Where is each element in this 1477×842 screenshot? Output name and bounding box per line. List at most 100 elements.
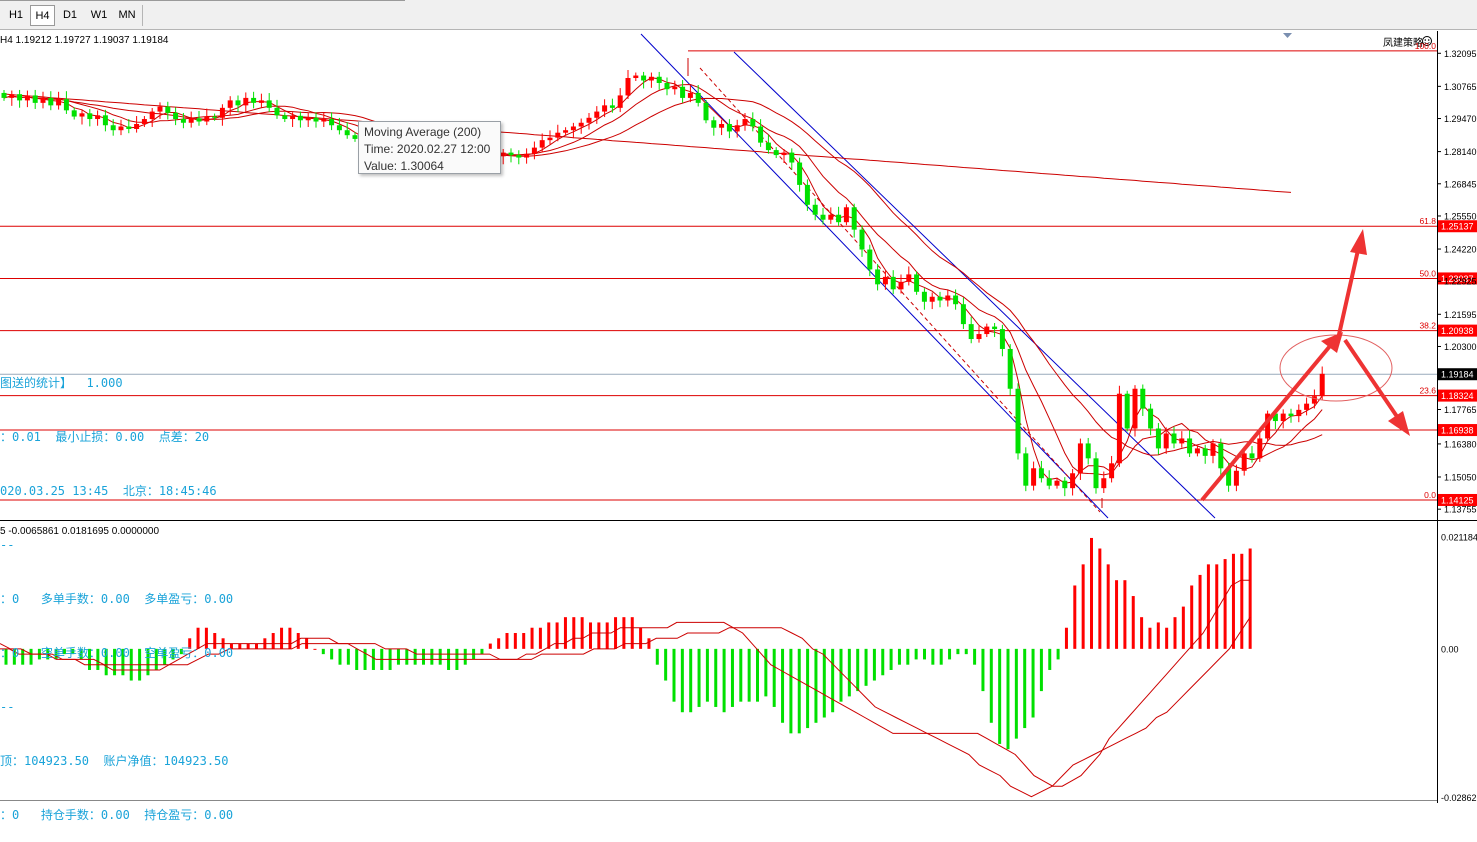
macd-bar xyxy=(1064,627,1068,649)
macd-bar xyxy=(664,648,668,681)
macd-bar xyxy=(555,622,559,649)
candle xyxy=(960,297,966,329)
candle xyxy=(344,122,350,139)
candle xyxy=(609,98,615,113)
macd-bar xyxy=(981,648,985,692)
candle xyxy=(945,290,951,307)
macd-bar xyxy=(1190,585,1194,649)
candle xyxy=(773,147,779,159)
candle xyxy=(329,112,335,131)
macd-bar xyxy=(789,648,793,734)
candle xyxy=(9,90,15,106)
macd-bar xyxy=(1023,648,1027,729)
macd-bar xyxy=(655,648,659,665)
macd-bar xyxy=(847,648,851,697)
macd-bar xyxy=(939,648,943,665)
candle xyxy=(196,110,202,126)
ohlc-header: H4 1.19212 1.19727 1.19037 1.19184 xyxy=(0,35,169,46)
candle xyxy=(95,110,101,126)
macd-bar xyxy=(396,648,400,665)
candle xyxy=(1155,423,1161,455)
timeframe-d1-button[interactable]: D1 xyxy=(58,5,82,26)
macd-bar xyxy=(897,648,901,665)
candle xyxy=(859,225,865,257)
shift-marker-icon[interactable] xyxy=(1283,33,1292,38)
macd-bar xyxy=(872,648,876,681)
macd-bar xyxy=(806,648,810,729)
macd-bar xyxy=(680,648,684,713)
stats-line: ：0 空单手数：0.00 空单盈亏：0.00 xyxy=(0,646,234,660)
candle xyxy=(968,316,974,344)
macd-bar xyxy=(1181,606,1185,649)
arrow-up-shaft xyxy=(1200,344,1332,502)
price-tick-label: 1.20300 xyxy=(1444,342,1477,352)
candle xyxy=(1085,437,1091,465)
macd-bar xyxy=(839,648,843,702)
channel-line-lower-right xyxy=(733,51,1216,519)
candle xyxy=(617,88,623,113)
macd-bar xyxy=(931,648,935,665)
macd-bar xyxy=(246,643,250,649)
macd-bar xyxy=(1231,553,1235,649)
macd-bar xyxy=(881,648,885,676)
macd-bar xyxy=(705,648,709,702)
candle xyxy=(17,89,23,108)
candle xyxy=(1015,383,1021,460)
candle xyxy=(266,93,272,113)
macd-bar xyxy=(438,648,442,665)
candle xyxy=(516,150,522,165)
candle xyxy=(71,107,77,120)
candle xyxy=(836,206,842,226)
macd-bar xyxy=(814,648,818,723)
candle xyxy=(648,72,654,88)
price-tick-label: 1.25550 xyxy=(1444,211,1477,221)
candle xyxy=(87,109,93,127)
stats-line: ：0.01 最小止损：0.00 点差：20 xyxy=(0,430,210,444)
candle xyxy=(867,244,873,277)
ma-tooltip: Moving Average (200) Time: 2020.02.27 12… xyxy=(358,121,501,174)
macd-bar xyxy=(672,648,676,702)
macd-bar xyxy=(1106,564,1110,649)
candle xyxy=(765,134,771,154)
macd-bar xyxy=(764,648,768,697)
macd-bar xyxy=(923,648,926,660)
candle xyxy=(999,324,1005,357)
candle xyxy=(1038,460,1044,483)
candle xyxy=(547,130,553,145)
macd-bar xyxy=(1115,580,1119,649)
macd-bar xyxy=(463,648,467,665)
candle xyxy=(1296,404,1302,423)
macd-bar xyxy=(998,648,1002,744)
macd-bar xyxy=(1140,617,1144,649)
candle xyxy=(118,119,124,136)
stats-panel: 图送的统计】 1.000 ：0.01 最小止损：0.00 点差：20 020.0… xyxy=(0,338,233,842)
candle xyxy=(40,91,46,109)
macd-bar xyxy=(964,648,968,655)
price-tick-label: 1.32095 xyxy=(1444,49,1477,59)
macd-bar xyxy=(1156,622,1160,649)
macd-bar xyxy=(572,617,576,649)
macd-bar xyxy=(522,633,526,649)
candle xyxy=(1249,446,1255,463)
fib-level-label: 0.0 xyxy=(1424,490,1436,500)
macd-bar xyxy=(989,648,993,723)
candle xyxy=(750,112,756,132)
candle xyxy=(992,322,998,338)
macd-bar xyxy=(1031,648,1035,718)
candle xyxy=(921,288,927,310)
price-tick-label: 1.24220 xyxy=(1444,245,1477,255)
macd-tick-label: 0.021184 xyxy=(1441,533,1477,543)
macd-bar xyxy=(639,627,643,649)
timeframe-h1-button[interactable]: H1 xyxy=(4,5,28,26)
candle xyxy=(711,116,717,136)
macd-bar xyxy=(480,648,484,655)
candle xyxy=(1179,431,1185,448)
macd-bar xyxy=(730,648,734,707)
timeframe-w1-button[interactable]: W1 xyxy=(85,5,113,26)
timeframe-h4-button[interactable]: H4 xyxy=(30,5,55,26)
timeframe-mn-button[interactable]: MN xyxy=(114,5,140,26)
macd-bar xyxy=(689,648,693,713)
fib-level-label: 61.8 xyxy=(1419,216,1436,226)
candle xyxy=(290,112,296,127)
candle xyxy=(531,141,537,160)
